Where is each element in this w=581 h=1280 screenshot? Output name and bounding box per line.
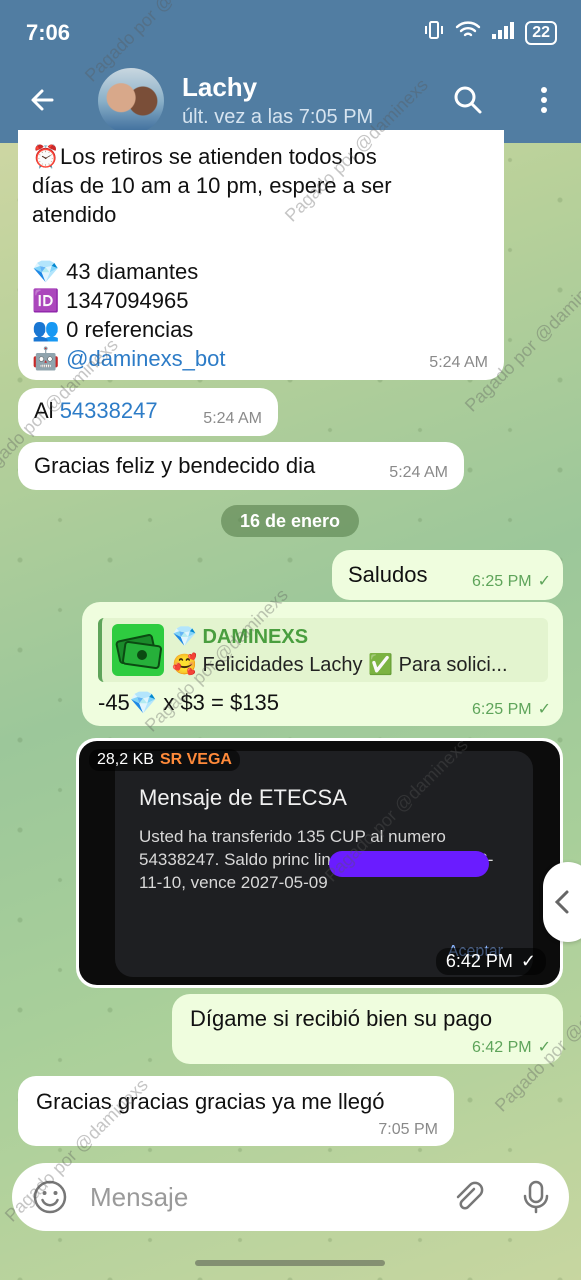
diamond-icon: 💎	[172, 626, 203, 648]
saludos-message-bubble[interactable]: Saludos 6:25 PM ✓	[332, 550, 563, 600]
diamonds-count: 43 diamantes	[66, 259, 199, 284]
paperclip-icon[interactable]	[450, 1179, 486, 1215]
digame-message-bubble[interactable]: Dígame si recibió bien su pago 6:42 PM ✓	[172, 994, 563, 1064]
user-id: 1347094965	[66, 288, 189, 313]
message-time: 5:24 AM	[429, 354, 488, 371]
message-text: Gracias feliz y bendecido dia	[34, 453, 316, 478]
image-size: 28,2 KB	[97, 751, 154, 768]
signal-icon	[491, 20, 515, 45]
screenshot-image[interactable]: Mensaje de ETECSA Usted ha transferido 1…	[79, 741, 560, 985]
search-icon[interactable]	[452, 84, 484, 116]
message-input[interactable]	[90, 1177, 420, 1217]
sent-check-icon: ✓	[537, 701, 551, 718]
status-bar: 7:06 22	[0, 0, 581, 62]
contact-avatar[interactable]	[98, 68, 164, 134]
message-text: Dígame si recibió bien su pago	[190, 1006, 493, 1031]
message-time: 6:25 PM	[472, 701, 532, 718]
id-icon: 🆔	[32, 288, 60, 313]
bot-line-3: atendido	[32, 202, 117, 227]
diamond-icon: 💎	[32, 259, 60, 284]
amount-text: -45	[98, 690, 130, 715]
image-message[interactable]: Mensaje de ETECSA Usted ha transferido 1…	[76, 738, 563, 988]
side-panel-handle[interactable]	[543, 862, 581, 942]
more-vertical-icon[interactable]	[528, 84, 560, 116]
wifi-icon	[455, 20, 481, 45]
message-time: 5:24 AM	[203, 410, 262, 427]
message-time: 7:05 PM	[378, 1121, 438, 1138]
vibrate-icon	[423, 20, 445, 45]
message-text: Gracias gracias gracias ya me llegó	[36, 1089, 385, 1114]
reply-text: Felicidades Lachy ✅ Para solici...	[202, 654, 508, 676]
phone-number-link[interactable]: 54338247	[60, 398, 158, 423]
sent-check-icon: ✓	[520, 951, 536, 971]
gracias-message-bubble[interactable]: Gracias feliz y bendecido dia 5:24 AM	[18, 442, 464, 490]
notification-title: Mensaje de ETECSA	[139, 785, 347, 810]
date-separator: 16 de enero	[221, 505, 359, 537]
battery-indicator: 22	[525, 20, 557, 45]
robot-icon: 🤖	[32, 346, 60, 371]
quoted-reply[interactable]: 💎 DAMINEXS 🥰 Felicidades Lachy ✅ Para so…	[98, 618, 548, 682]
message-text: Saludos	[348, 562, 428, 587]
message-time: 6:42 PM	[445, 951, 513, 971]
microphone-icon[interactable]	[518, 1179, 554, 1215]
people-icon: 👥	[32, 317, 60, 342]
bot-message-bubble[interactable]: ⏰Los retiros se atienden todos los días …	[18, 130, 504, 380]
forward-sender[interactable]: SR VEGA	[160, 751, 232, 768]
message-time: 6:25 PM	[472, 573, 532, 590]
etecsa-notification: Mensaje de ETECSA Usted ha transferido 1…	[115, 751, 533, 977]
gesture-navigation-bar	[195, 1260, 385, 1266]
money-icon	[112, 624, 164, 676]
message-time: 6:42 PM	[472, 1039, 532, 1056]
alarm-clock-icon: ⏰	[32, 144, 60, 169]
last-seen-status: últ. vez a las 7:05 PM	[182, 106, 374, 128]
back-arrow-icon[interactable]	[26, 84, 58, 116]
status-icons: 22	[423, 20, 557, 45]
contact-name[interactable]: Lachy	[182, 72, 257, 103]
message-time: 5:24 AM	[389, 464, 448, 481]
message-input-bar	[12, 1163, 569, 1231]
chevron-left-icon	[554, 890, 569, 914]
referrals-count: 0 referencias	[66, 317, 194, 342]
sent-check-icon: ✓	[537, 573, 551, 590]
status-time: 7:06	[26, 20, 71, 45]
